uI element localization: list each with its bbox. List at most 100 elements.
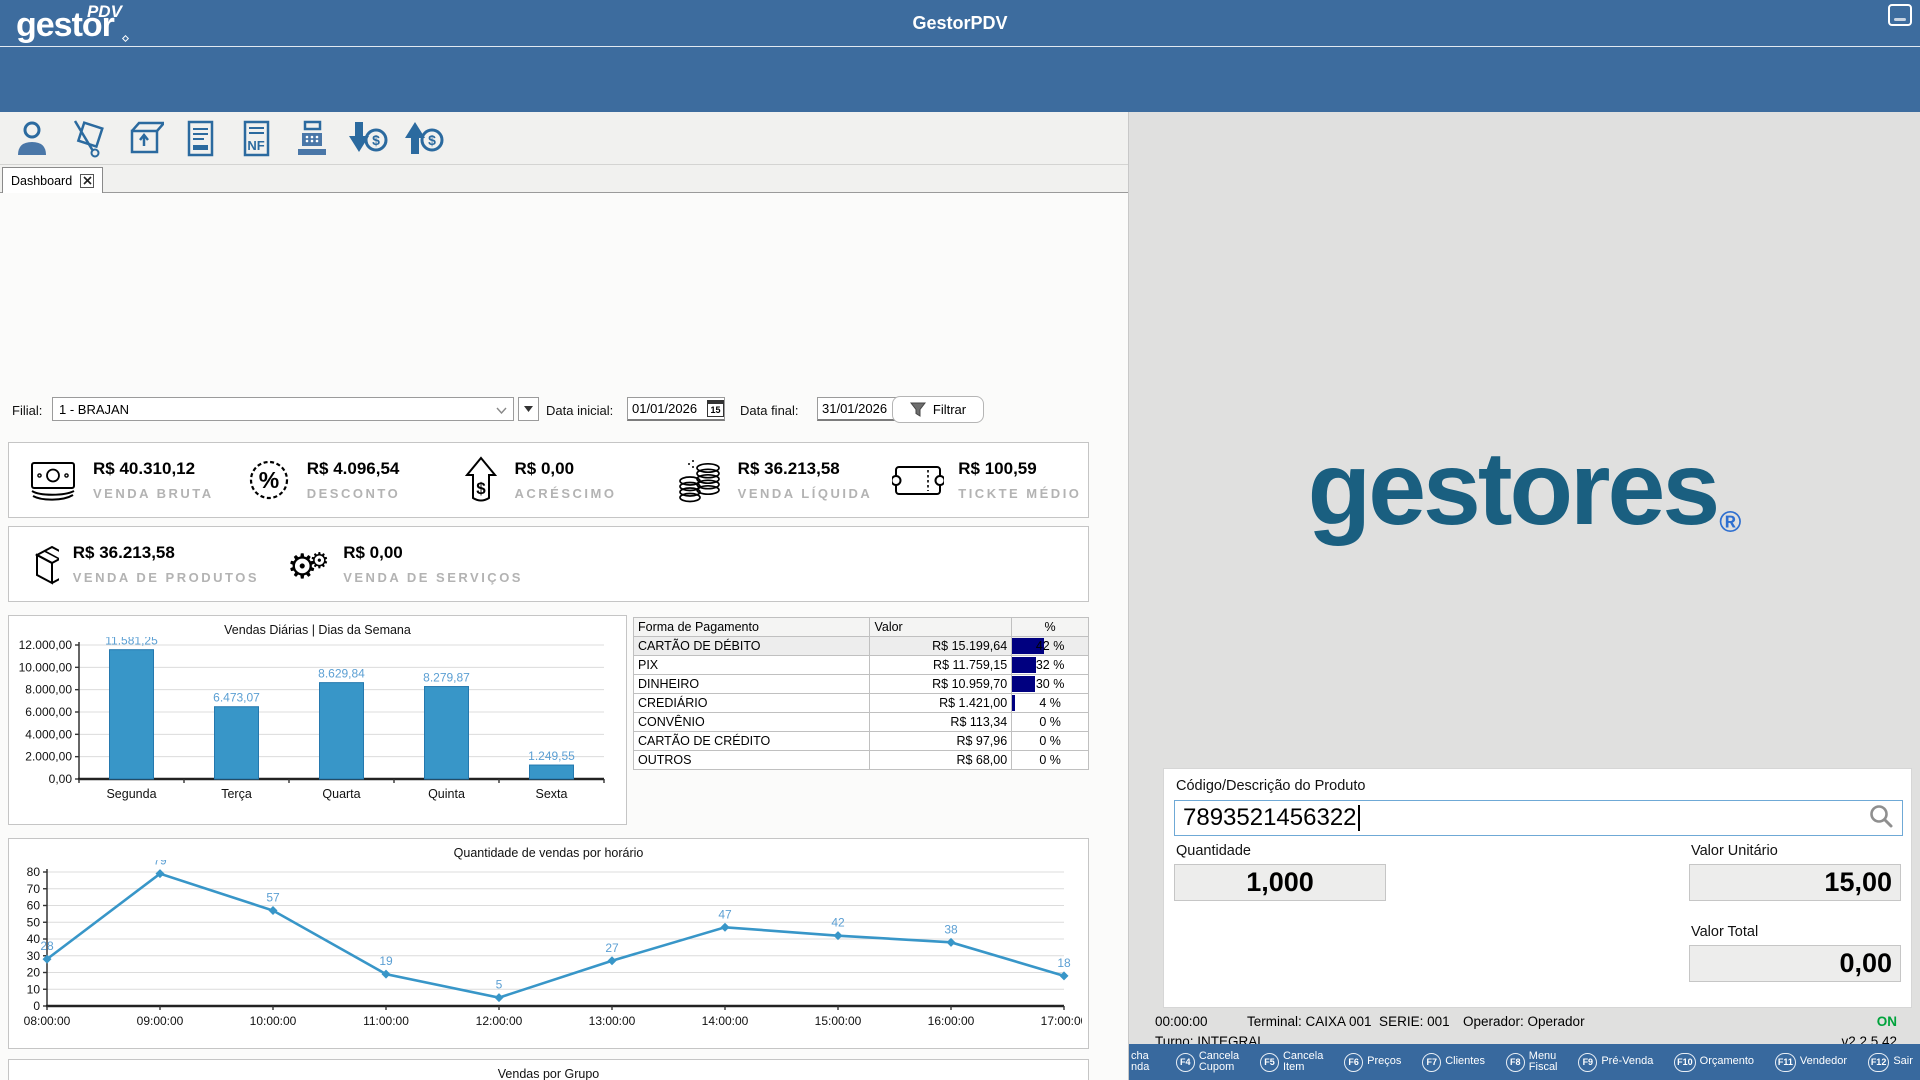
product-search-label: Código/Descrição do Produto xyxy=(1176,778,1365,794)
svg-text:5: 5 xyxy=(496,978,503,992)
svg-text:42: 42 xyxy=(831,916,845,930)
fkey-label: Orçamento xyxy=(1700,1056,1754,1068)
table-row[interactable]: CONVÊNIOR$ 113,340 % xyxy=(634,713,1089,732)
receipt-icon[interactable] xyxy=(178,116,222,160)
hourly-sales-chart-card: Quantidade de vendas por horário 0102030… xyxy=(8,838,1089,1049)
gestorpdv-app: gestor PDV GestorPDV NF $ $ xyxy=(0,0,1920,1080)
svg-text:10:00:00: 10:00:00 xyxy=(250,1014,297,1028)
fkey-orcamento[interactable]: F10Orçamento xyxy=(1674,1053,1754,1072)
sale-entry-card: Código/Descrição do Produto 789352145632… xyxy=(1163,768,1912,1008)
svg-text:0: 0 xyxy=(33,999,40,1013)
kpi-ticket-medio: R$ 100,59TICKTE MÉDIO xyxy=(872,443,1088,517)
table-row[interactable]: PIXR$ 11.759,1532 % xyxy=(634,656,1089,675)
chart-title: Vendas por Grupo xyxy=(9,1060,1088,1080)
fkey-badge: F12 xyxy=(1868,1053,1890,1072)
svg-text:2.000,00: 2.000,00 xyxy=(25,750,72,764)
tab-close-icon[interactable] xyxy=(80,174,94,188)
data-inicial-value: 01/01/2026 xyxy=(632,401,697,416)
status-time: 00:00:00 xyxy=(1155,1014,1208,1029)
calendar-icon[interactable]: 15 xyxy=(707,400,724,417)
registered-symbol: ® xyxy=(1719,506,1741,539)
function-key-bar: cha nda F4Cancela Cupom F5Cancela Item F… xyxy=(1129,1044,1920,1080)
pct-bar xyxy=(1012,676,1035,692)
pct-bar xyxy=(1012,657,1036,673)
quantidade-field[interactable]: 1,000 xyxy=(1174,864,1386,901)
svg-text:19: 19 xyxy=(379,954,393,968)
kpi-label: VENDA BRUTA xyxy=(93,486,214,501)
svg-text:11:00:00: 11:00:00 xyxy=(363,1014,409,1028)
daily-sales-chart: 0,002.000,004.000,006.000,008.000,0010.0… xyxy=(9,637,614,815)
function-key-partial[interactable]: cha nda xyxy=(1131,1051,1155,1074)
fkey-badge: F11 xyxy=(1775,1053,1796,1072)
fkey-badge: F6 xyxy=(1344,1053,1363,1072)
fkey-label: Menu Fiscal xyxy=(1529,1051,1558,1074)
tab-dashboard[interactable]: Dashboard xyxy=(2,167,103,193)
svg-text:57: 57 xyxy=(266,891,280,905)
svg-text:50: 50 xyxy=(27,915,41,929)
svg-text:20: 20 xyxy=(27,966,41,980)
minimize-button[interactable] xyxy=(1888,4,1912,26)
status-online-badge: ON xyxy=(1877,1014,1897,1029)
fkey-pre-venda[interactable]: F9Pré-Venda xyxy=(1578,1053,1653,1072)
page-title: GestorPDV xyxy=(0,13,1920,34)
kpi-value: R$ 40.310,12 xyxy=(93,459,214,479)
filtrar-label: Filtrar xyxy=(933,402,966,417)
svg-text:18: 18 xyxy=(1057,956,1071,970)
fkey-clientes[interactable]: F7Clientes xyxy=(1422,1053,1485,1072)
table-row[interactable]: CARTÃO DE DÉBITOR$ 15.199,6442 % xyxy=(634,637,1089,656)
caret-down-icon xyxy=(524,406,533,412)
svg-text:38: 38 xyxy=(944,922,958,936)
cash-register-icon[interactable] xyxy=(290,116,334,160)
fkey-cancela-item[interactable]: F5Cancela Item xyxy=(1260,1051,1323,1074)
fkey-cancela-cupom[interactable]: F4Cancela Cupom xyxy=(1176,1051,1239,1074)
package-icon[interactable] xyxy=(122,116,166,160)
data-inicial-field[interactable]: 01/01/2026 15 xyxy=(627,397,725,421)
col-forma-pagamento: Forma de Pagamento xyxy=(634,618,870,637)
table-row[interactable]: DINHEIROR$ 10.959,7030 % xyxy=(634,675,1089,694)
kpi-desconto: % R$ 4.096,54DESCONTO xyxy=(225,443,441,517)
kpi-value: R$ 36.213,58 xyxy=(738,459,873,479)
fkey-sair[interactable]: F12Sair xyxy=(1868,1053,1913,1072)
table-row[interactable]: OUTROSR$ 68,000 % xyxy=(634,751,1089,770)
product-search-input[interactable]: 7893521456322 xyxy=(1174,800,1903,836)
fkey-label: Cancela Item xyxy=(1283,1051,1323,1074)
chart-title: Vendas Diárias | Dias da Semana xyxy=(9,616,626,637)
table-row[interactable]: CARTÃO DE CRÉDITOR$ 97,960 % xyxy=(634,732,1089,751)
ticket-icon xyxy=(892,460,944,500)
search-icon[interactable] xyxy=(1868,803,1894,834)
kpi-venda-bruta: R$ 40.310,12 VENDA BRUTA xyxy=(9,443,225,517)
fkey-vendedor[interactable]: F11Vendedor xyxy=(1775,1053,1847,1072)
filial-select[interactable]: 1 - BRAJAN xyxy=(52,397,514,421)
svg-text:$: $ xyxy=(428,132,436,148)
svg-text:$: $ xyxy=(372,132,380,148)
svg-text:79: 79 xyxy=(153,860,167,868)
nf-document-icon[interactable]: NF xyxy=(234,116,278,160)
svg-text:Segunda: Segunda xyxy=(106,787,156,801)
header-divider xyxy=(0,46,1920,47)
arrow-up-dollar-icon: $ xyxy=(461,456,501,504)
svg-text:60: 60 xyxy=(27,899,41,913)
registered-mark-icon xyxy=(122,35,129,42)
filtrar-button[interactable]: Filtrar xyxy=(892,396,984,423)
hourly-sales-chart: 010203040506070802808:00:007909:00:00571… xyxy=(9,860,1082,1040)
svg-text:27: 27 xyxy=(605,941,619,955)
money-in-icon[interactable]: $ xyxy=(346,116,390,160)
minimize-icon xyxy=(1894,18,1906,21)
svg-text:Quinta: Quinta xyxy=(428,787,465,801)
money-out-icon[interactable]: $ xyxy=(402,116,446,160)
svg-text:6.473,07: 6.473,07 xyxy=(213,691,260,705)
kpi-value: R$ 36.213,58 xyxy=(73,543,259,563)
filial-dropdown-button[interactable] xyxy=(518,397,539,421)
valor-unitario-field[interactable]: 15,00 xyxy=(1689,864,1901,901)
kpi-label: VENDA DE SERVIÇOS xyxy=(343,570,523,585)
fkey-precos[interactable]: F6 Preços xyxy=(1344,1053,1401,1072)
tab-label: Dashboard xyxy=(11,174,72,188)
fkey-menu-fiscal[interactable]: F8Menu Fiscal xyxy=(1506,1051,1558,1074)
customer-icon[interactable] xyxy=(10,116,54,160)
kpi-label: VENDA DE PRODUTOS xyxy=(73,570,259,585)
hand-truck-icon[interactable] xyxy=(66,116,110,160)
fkey-label: Preços xyxy=(1367,1056,1401,1068)
valor-total-field[interactable]: 0,00 xyxy=(1689,945,1901,982)
table-row[interactable]: CREDIÁRIOR$ 1.421,004 % xyxy=(634,694,1089,713)
svg-text:12.000,00: 12.000,00 xyxy=(19,638,73,652)
